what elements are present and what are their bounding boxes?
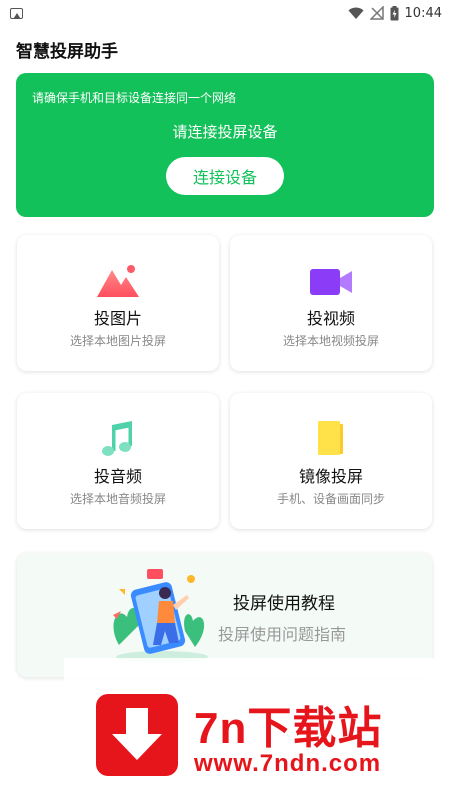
tutorial-title: 投屏使用教程 [233,594,335,614]
card-subtitle: 选择本地图片投屏 [69,334,166,348]
card-title: 投图片 [93,309,142,328]
music-note-icon [102,421,132,456]
card-subtitle: 选择本地音频投屏 [69,492,166,506]
cast-video-card[interactable]: 投视频 选择本地视频投屏 [230,235,432,371]
card-subtitle: 手机、设备画面同步 [276,492,385,506]
card-title: 镜像投屏 [298,467,363,486]
cast-image-card[interactable]: 投图片 选择本地图片投屏 [17,235,219,371]
status-time: 10:44 [404,5,442,21]
gallery-notification-icon [10,7,23,19]
connect-device-button[interactable]: 连接设备 [166,157,284,195]
tutorial-illustration [113,569,208,663]
watermark-url: www.7ndn.com [194,750,382,777]
download-arrow-icon [112,708,162,760]
mirror-icon [318,421,343,455]
network-tip: 请确保手机和目标设备连接同一个网络 [32,91,237,105]
watermark-name: 7n下载站 [194,704,383,753]
cast-audio-card[interactable]: 投音频 选择本地音频投屏 [17,393,219,529]
video-camera-icon [310,269,352,295]
image-icon [97,265,139,297]
status-indicators: 10:44 [348,5,442,21]
wifi-icon [348,7,364,19]
card-title: 投音频 [93,467,142,486]
status-bar: 10:44 [0,0,450,26]
download-logo-icon [96,694,178,776]
battery-charging-icon [390,5,399,20]
card-subtitle: 选择本地视频投屏 [282,334,379,348]
connection-banner: 请确保手机和目标设备连接同一个网络 请连接投屏设备 连接设备 [16,73,434,217]
connection-status: 请连接投屏设备 [172,123,278,141]
watermark-overlay: 7n下载站 www.7ndn.com [64,658,450,800]
mirror-cast-card[interactable]: 镜像投屏 手机、设备画面同步 [230,393,432,529]
app-title: 智慧投屏助手 [16,42,118,62]
no-signal-icon [369,6,384,20]
tutorial-subtitle: 投屏使用问题指南 [218,625,347,644]
card-title: 投视频 [306,309,355,328]
